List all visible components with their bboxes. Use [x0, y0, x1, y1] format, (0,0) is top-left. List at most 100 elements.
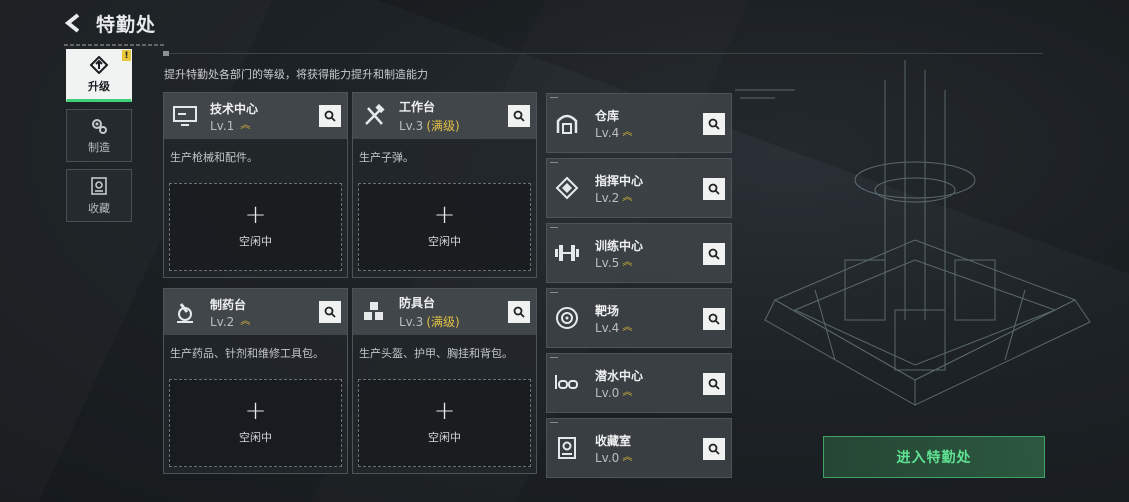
- plus-icon: +: [244, 200, 267, 230]
- gears-icon: [89, 117, 109, 135]
- plus-icon: +: [433, 396, 456, 426]
- dept-level: Lv.2 ︽: [210, 314, 251, 329]
- collection-case-icon: [90, 176, 108, 196]
- inspect-button[interactable]: [703, 308, 725, 330]
- nav-item-collection[interactable]: 收藏: [66, 169, 132, 222]
- production-slot[interactable]: + 空闲中: [358, 183, 531, 271]
- monitor-icon: [170, 101, 200, 131]
- dept-name: 工作台: [399, 100, 436, 114]
- dept-description: 生产枪械和配件。: [170, 151, 258, 164]
- search-icon: [324, 306, 336, 318]
- room-name: 靶场: [595, 303, 620, 318]
- dept-description: 生产药品、针剂和维修工具包。: [170, 347, 324, 360]
- dept-name: 制药台: [210, 297, 247, 312]
- dept-name: 防具台: [399, 296, 436, 310]
- level-up-chevron-icon: ︽: [240, 119, 251, 131]
- page-description: 提升特勤处各部门的等级，将获得能力提升和制造能力: [164, 68, 428, 81]
- level-up-chevron-icon: ︽: [622, 191, 633, 203]
- diving-mask-icon: [553, 369, 581, 397]
- top-divider: [163, 51, 1043, 56]
- room-name: 收藏室: [595, 433, 632, 448]
- inspect-button[interactable]: [703, 438, 725, 460]
- inspect-button[interactable]: [703, 113, 725, 135]
- room-level: Lv.4 ︽: [595, 125, 633, 140]
- dept-card-tech-center: 技术中心 Lv.1 ︽ 生产枪械和配件。 + 空闲中: [163, 92, 348, 278]
- plus-icon: +: [244, 396, 267, 426]
- nav-label: 升级: [88, 79, 110, 93]
- dept-description: 生产子弹。: [359, 151, 414, 164]
- level-up-chevron-icon: ︽: [622, 256, 633, 268]
- inspect-button[interactable]: [703, 373, 725, 395]
- inspect-button[interactable]: [703, 178, 725, 200]
- room-level: Lv.0 ︽: [595, 385, 633, 400]
- room-name: 潜水中心: [595, 368, 644, 383]
- command-center-icon: [553, 174, 581, 202]
- room-name: 仓库: [595, 108, 620, 123]
- room-name: 指挥中心: [595, 173, 644, 188]
- hammer-wrench-icon: [359, 101, 389, 131]
- room-diving-center[interactable]: 潜水中心 Lv.0 ︽: [546, 353, 732, 413]
- search-icon: [513, 110, 525, 122]
- page-title: 特勤处: [96, 13, 157, 36]
- dept-card-pharmacy: 制药台 Lv.2 ︽ 生产药品、针剂和维修工具包。 + 空闲中: [163, 288, 348, 474]
- dumbbell-icon: [553, 239, 581, 267]
- search-icon: [513, 306, 525, 318]
- notification-badge: !: [122, 50, 131, 61]
- room-level: Lv.2 ︽: [595, 190, 633, 205]
- dept-level: Lv.3 (满级): [399, 314, 460, 330]
- microscope-icon: [170, 297, 200, 327]
- search-icon: [708, 378, 720, 390]
- back-button[interactable]: [64, 11, 84, 35]
- room-collection-room[interactable]: 收藏室 Lv.0 ︽: [546, 418, 732, 478]
- plus-icon: +: [433, 200, 456, 230]
- slot-status: 空闲中: [428, 235, 461, 248]
- room-warehouse[interactable]: 仓库 Lv.4 ︽: [546, 93, 732, 153]
- slot-status: 空闲中: [239, 235, 272, 248]
- dept-card-workbench: 工作台 Lv.3 (满级) 生产子弹。 + 空闲中: [352, 92, 537, 278]
- search-icon: [708, 183, 720, 195]
- production-slot[interactable]: + 空闲中: [169, 183, 342, 271]
- inspect-button[interactable]: [319, 301, 341, 323]
- enter-special-ops-button[interactable]: 进入特勤处: [823, 436, 1045, 478]
- room-command-center[interactable]: 指挥中心 Lv.2 ︽: [546, 158, 732, 218]
- inspect-button[interactable]: [703, 243, 725, 265]
- nav-label: 收藏: [88, 201, 110, 215]
- nav-item-upgrade[interactable]: ! 升级: [66, 49, 132, 102]
- slot-status: 空闲中: [239, 431, 272, 444]
- room-training-center[interactable]: 训练中心 Lv.5 ︽: [546, 223, 732, 283]
- header-underline: [64, 44, 164, 46]
- search-icon: [708, 313, 720, 325]
- nav-label: 制造: [88, 140, 110, 154]
- left-nav: ! 升级 制造 收藏: [66, 49, 134, 229]
- back-arrow-icon: [64, 13, 80, 33]
- armor-cubes-icon: [359, 297, 389, 327]
- dept-card-armor-bench: 防具台 Lv.3 (满级) 生产头盔、护甲、胸挂和背包。 + 空闲中: [352, 288, 537, 474]
- level-up-chevron-icon: ︽: [622, 126, 633, 138]
- search-icon: [324, 110, 336, 122]
- search-icon: [708, 248, 720, 260]
- nav-item-craft[interactable]: 制造: [66, 109, 132, 162]
- upgrade-icon: [89, 55, 109, 74]
- room-name: 训练中心: [595, 238, 644, 253]
- dept-name: 技术中心: [210, 101, 259, 116]
- level-up-chevron-icon: ︽: [622, 451, 633, 463]
- inspect-button[interactable]: [319, 105, 341, 127]
- target-icon: [553, 304, 581, 332]
- dept-description: 生产头盔、护甲、胸挂和背包。: [359, 347, 513, 360]
- collection-icon: [553, 434, 581, 462]
- level-up-chevron-icon: ︽: [622, 321, 633, 333]
- inspect-button[interactable]: [508, 301, 530, 323]
- level-up-chevron-icon: ︽: [240, 315, 251, 327]
- search-icon: [708, 443, 720, 455]
- room-shooting-range[interactable]: 靶场 Lv.4 ︽: [546, 288, 732, 348]
- production-slot[interactable]: + 空闲中: [169, 379, 342, 467]
- dept-level: Lv.1 ︽: [210, 118, 251, 133]
- level-up-chevron-icon: ︽: [622, 386, 633, 398]
- base-structure-illustration: [735, 60, 1091, 406]
- warehouse-icon: [553, 109, 581, 137]
- inspect-button[interactable]: [508, 105, 530, 127]
- slot-status: 空闲中: [428, 431, 461, 444]
- room-level: Lv.0 ︽: [595, 450, 633, 465]
- production-slot[interactable]: + 空闲中: [358, 379, 531, 467]
- room-level: Lv.4 ︽: [595, 320, 633, 335]
